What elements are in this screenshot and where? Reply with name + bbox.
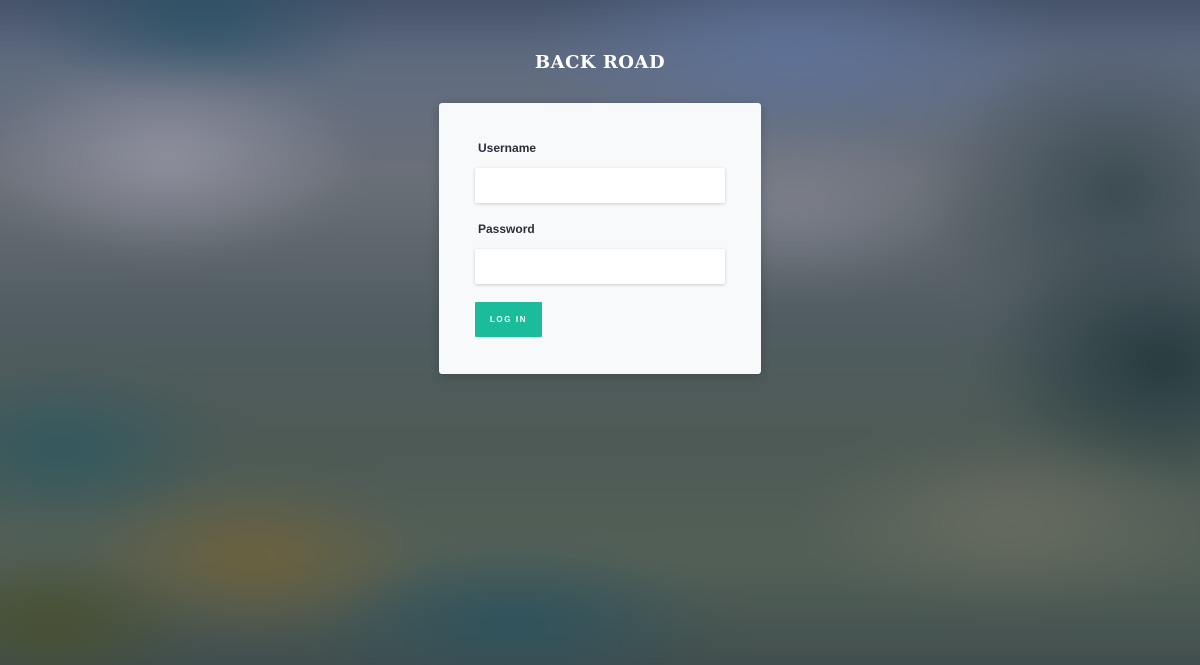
username-label: Username (478, 141, 537, 155)
brand-logo-text: BACK ROAD (534, 52, 666, 73)
password-label: Password (478, 222, 535, 236)
login-button[interactable]: LOG IN (475, 302, 542, 337)
password-input[interactable] (475, 249, 725, 284)
username-input[interactable] (475, 168, 725, 203)
login-card: Username Password LOG IN (439, 103, 761, 374)
